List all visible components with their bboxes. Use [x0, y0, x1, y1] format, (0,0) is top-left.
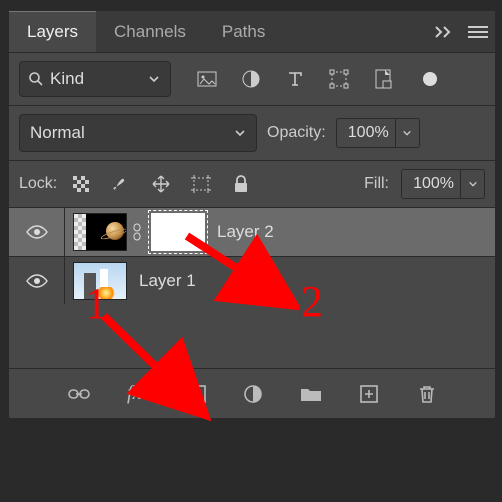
tab-paths[interactable]: Paths [204, 11, 283, 52]
filter-smartobject-icon[interactable] [371, 67, 395, 91]
new-layer-icon[interactable] [355, 380, 383, 408]
filter-adjustment-icon[interactable] [239, 67, 263, 91]
chevron-down-icon [460, 170, 484, 198]
fill-label: Fill: [364, 175, 389, 193]
filter-kind-label: Kind [50, 69, 84, 89]
fill-value: 100% [402, 175, 460, 193]
visibility-toggle[interactable] [9, 208, 65, 256]
lock-transparency-icon[interactable] [69, 172, 93, 196]
lock-all-icon[interactable] [229, 172, 253, 196]
layer-mask-thumbnail[interactable] [151, 213, 205, 251]
search-icon [28, 71, 44, 87]
lock-artboard-icon[interactable] [189, 172, 213, 196]
new-adjustment-layer-icon[interactable] [239, 380, 267, 408]
filter-shape-icon[interactable] [327, 67, 351, 91]
blend-mode-dropdown[interactable]: Normal [19, 114, 257, 152]
filter-pixel-icon[interactable] [195, 67, 219, 91]
mask-link-icon[interactable] [127, 223, 147, 241]
layer-fx-icon[interactable]: fx▾ [123, 380, 151, 408]
layer-name[interactable]: Layer 1 [139, 271, 196, 291]
opacity-label: Opacity: [267, 124, 326, 142]
filter-toggle[interactable] [423, 72, 437, 86]
link-layers-icon[interactable] [65, 380, 93, 408]
chevron-down-icon [234, 127, 246, 139]
layer-row[interactable]: Layer 1 [9, 256, 495, 304]
delete-layer-icon[interactable] [413, 380, 441, 408]
visibility-toggle[interactable] [9, 257, 65, 304]
panel-tabs: Layers Channels Paths [9, 11, 495, 53]
lock-label: Lock: [19, 175, 57, 193]
filter-type-icon[interactable] [283, 67, 307, 91]
panel-menu-icon[interactable] [461, 11, 495, 52]
eye-icon [26, 224, 48, 240]
blend-mode-value: Normal [30, 123, 85, 143]
chevron-down-icon [395, 119, 419, 147]
tab-channels[interactable]: Channels [96, 11, 204, 52]
layer-thumbnail[interactable] [73, 213, 127, 251]
collapse-icon[interactable] [427, 11, 461, 52]
layer-thumbnail[interactable] [73, 262, 127, 300]
filter-kind-dropdown[interactable]: Kind [19, 61, 171, 97]
opacity-input[interactable]: 100% [336, 118, 420, 148]
layer-row[interactable]: Layer 2 [9, 208, 495, 256]
layer-name[interactable]: Layer 2 [217, 222, 274, 242]
chevron-down-icon [148, 73, 160, 85]
tab-layers[interactable]: Layers [9, 11, 96, 52]
lock-position-icon[interactable] [149, 172, 173, 196]
new-group-icon[interactable] [297, 380, 325, 408]
opacity-value: 100% [337, 124, 395, 142]
fill-input[interactable]: 100% [401, 169, 485, 199]
lock-pixels-icon[interactable] [109, 172, 133, 196]
add-mask-icon[interactable] [181, 380, 209, 408]
eye-icon [26, 273, 48, 289]
